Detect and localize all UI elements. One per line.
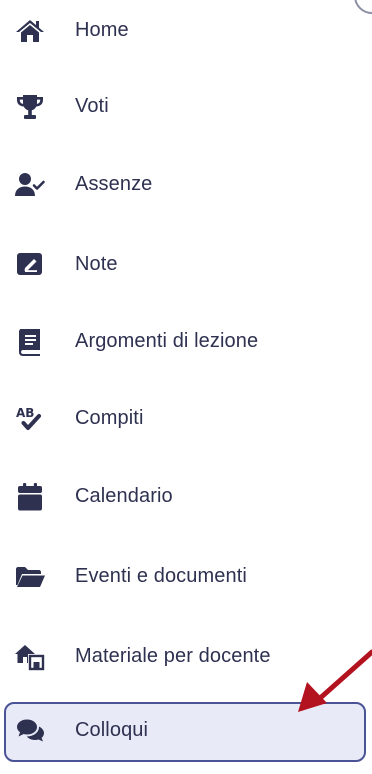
spellcheck-icon: AB	[14, 403, 46, 435]
calendar-icon	[14, 481, 46, 513]
menu-item-compiti[interactable]: AB Compiti	[0, 388, 372, 450]
menu-item-label: Argomenti di lezione	[75, 330, 259, 353]
menu-item-label: Calendario	[75, 485, 173, 508]
menu-item-eventi-e-documenti[interactable]: Eventi e documenti	[0, 546, 372, 608]
menu-item-label: Materiale per docente	[75, 645, 271, 668]
comments-icon	[14, 715, 46, 747]
folder-open-icon	[14, 561, 46, 593]
house-arrows-icon	[14, 641, 46, 673]
book-icon	[14, 326, 46, 358]
menu-item-label: Voti	[75, 95, 109, 118]
menu-item-calendario[interactable]: Calendario	[0, 466, 372, 528]
menu-item-label: Note	[75, 253, 118, 276]
menu-item-assenze[interactable]: Assenze	[0, 154, 372, 216]
active-item-highlight	[4, 702, 366, 762]
menu-item-colloqui[interactable]: Colloqui	[0, 700, 372, 762]
menu-item-label: Eventi e documenti	[75, 565, 247, 588]
home-icon	[14, 15, 46, 47]
menu-item-note[interactable]: Note	[0, 234, 372, 296]
trophy-icon	[14, 91, 46, 123]
menu-item-argomenti-di-lezione[interactable]: Argomenti di lezione	[0, 311, 372, 373]
sidebar-menu: Home Voti Assenze Note Argomenti di lezi…	[0, 0, 372, 774]
user-check-icon	[14, 169, 46, 201]
note-pen-icon	[14, 249, 46, 281]
menu-item-label: Compiti	[75, 407, 144, 430]
menu-item-label: Colloqui	[75, 719, 149, 742]
svg-text:AB: AB	[16, 406, 34, 420]
menu-item-home[interactable]: Home	[0, 0, 372, 62]
menu-item-label: Home	[75, 19, 129, 42]
menu-item-materiale-per-docente[interactable]: Materiale per docente	[0, 626, 372, 688]
menu-item-label: Assenze	[75, 173, 153, 196]
menu-item-voti[interactable]: Voti	[0, 76, 372, 138]
